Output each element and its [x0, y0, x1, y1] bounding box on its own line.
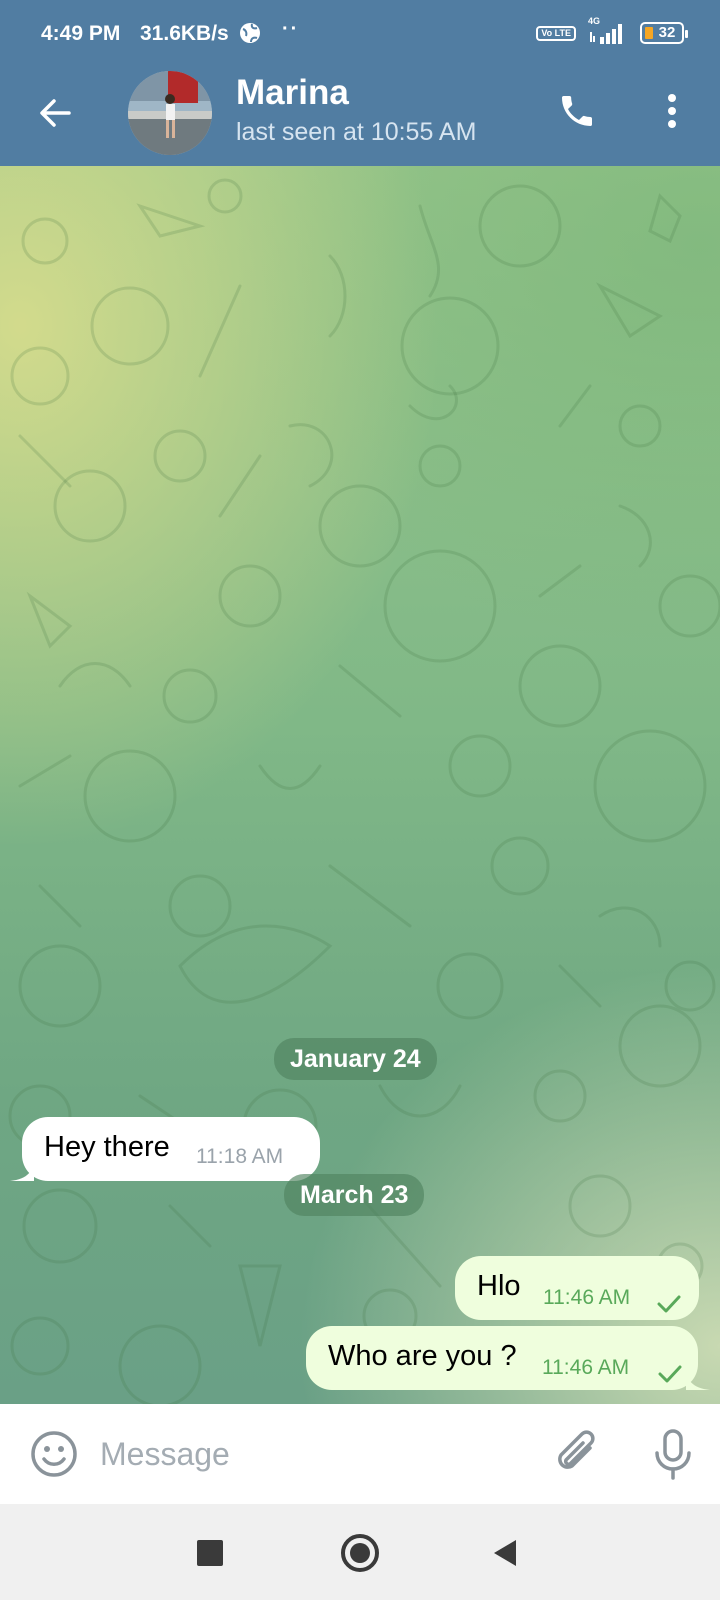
message-time: 11:46 AM — [542, 1356, 630, 1379]
volte-icon: Vo LTE — [536, 25, 576, 41]
call-button[interactable] — [552, 88, 602, 138]
home-button[interactable] — [341, 1534, 379, 1572]
avatar[interactable] — [128, 71, 212, 155]
status-bar: 4:49 PM 31.6KB/s ·· Vo LTE 4G 32 — [0, 0, 720, 68]
signal-icon: 4G — [588, 16, 628, 46]
more-options-button[interactable] — [650, 88, 694, 138]
phone-icon — [557, 91, 597, 136]
last-seen-status: last seen at 10:55 AM — [236, 118, 477, 146]
status-time: 4:49 PM — [41, 22, 121, 45]
bubble-tail — [10, 1157, 34, 1181]
arrow-left-icon — [37, 95, 73, 136]
message-bubble-incoming[interactable]: Hey there 11:18 AM — [10, 1117, 320, 1181]
emoji-icon — [28, 1431, 80, 1484]
date-separator: January 24 — [274, 1038, 437, 1080]
chat-background-pattern — [8, 178, 720, 1404]
microphone-icon — [648, 1429, 698, 1486]
message-time: 11:18 AM — [196, 1145, 284, 1168]
battery-level: 32 — [658, 24, 676, 41]
chat-header: Marina last seen at 10:55 AM — [0, 68, 720, 166]
emoji-button[interactable] — [28, 1428, 80, 1480]
notification-dots: ·· — [282, 18, 300, 40]
date-separator: March 23 — [284, 1174, 425, 1216]
sent-check-icon — [658, 1358, 682, 1391]
bubble-tail — [686, 1366, 710, 1390]
message-text: Hlo — [477, 1270, 521, 1302]
voice-record-button[interactable] — [648, 1426, 698, 1482]
system-nav-bar — [0, 1504, 720, 1600]
message-text: Who are you ? — [328, 1340, 517, 1372]
message-input-bar — [0, 1404, 720, 1504]
message-time: 11:46 AM — [543, 1286, 631, 1309]
vpn-globe-icon — [238, 21, 262, 45]
message-text: Hey there — [44, 1131, 170, 1163]
attach-button[interactable] — [550, 1426, 604, 1482]
paperclip-icon — [550, 1430, 604, 1486]
battery-icon: 32 — [640, 22, 688, 44]
system-back-button[interactable] — [494, 1540, 516, 1566]
contact-name[interactable]: Marina — [236, 73, 349, 113]
recent-apps-button[interactable] — [197, 1540, 223, 1566]
sent-check-icon — [657, 1288, 681, 1321]
message-input[interactable] — [100, 1430, 530, 1478]
network-speed: 31.6KB/s — [140, 22, 229, 45]
message-bubble-outgoing[interactable]: Who are you ? 11:46 AM — [306, 1326, 710, 1391]
chat-area[interactable]: January 24 Hey there 11:18 AM March 23 H… — [0, 166, 720, 1404]
more-vertical-icon — [666, 93, 678, 134]
message-bubble-outgoing[interactable]: Hlo 11:46 AM — [455, 1256, 699, 1320]
back-button[interactable] — [30, 90, 80, 140]
